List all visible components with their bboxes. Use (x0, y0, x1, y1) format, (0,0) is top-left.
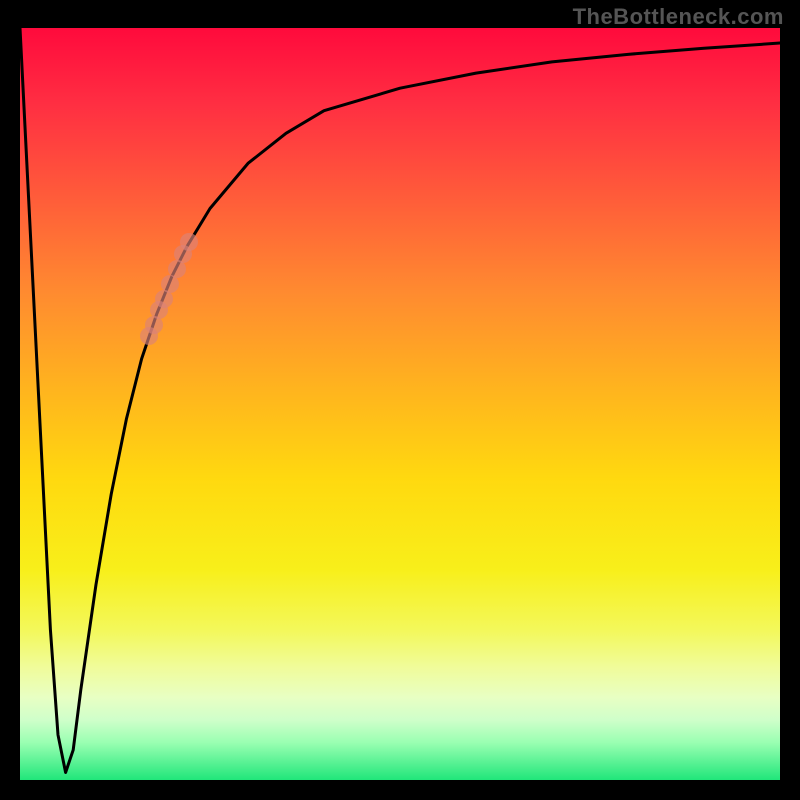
curve-marker (180, 233, 198, 251)
marker-layer (20, 28, 780, 780)
source-attribution: TheBottleneck.com (573, 4, 784, 30)
chart-frame: TheBottleneck.com (0, 0, 800, 800)
plot-area (20, 28, 780, 780)
